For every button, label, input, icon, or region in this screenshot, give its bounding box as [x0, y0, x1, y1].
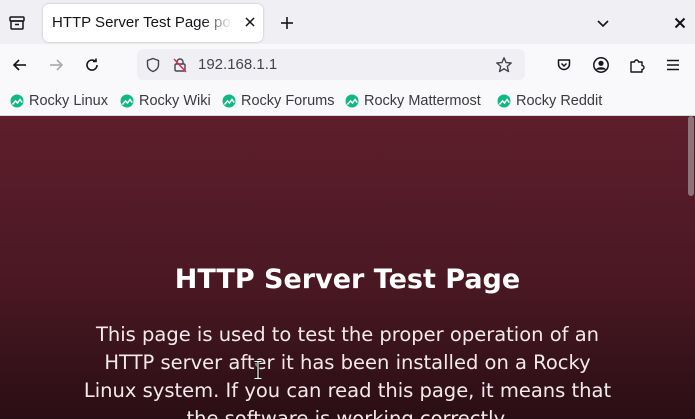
reload-button[interactable] [79, 52, 105, 78]
page-description: This page is used to test the proper ope… [83, 323, 612, 419]
extensions-button[interactable] [624, 52, 650, 78]
bookmark-label: Rocky Reddit [516, 93, 603, 109]
forward-button[interactable] [43, 52, 69, 78]
bookmark-rocky-reddit[interactable]: Rocky Reddit [497, 92, 602, 110]
list-all-tabs-button[interactable] [590, 10, 616, 36]
rocky-logo-icon [222, 94, 236, 108]
text-cursor-icon [253, 360, 263, 380]
address-bar[interactable]: 192.168.1.1 [137, 49, 525, 80]
browser-window: HTTP Server Test Page powered by Rocky L… [0, 0, 695, 419]
plus-icon [281, 17, 293, 29]
chevron-down-icon [597, 20, 609, 28]
bookmark-label: Rocky Mattermost [364, 93, 481, 109]
pocket-button[interactable] [551, 52, 577, 78]
bookmark-rocky-linux[interactable]: Rocky Linux [10, 92, 108, 110]
page-content: HTTP Server Test Page This page is used … [0, 116, 695, 419]
bookmark-rocky-mattermost[interactable]: Rocky Mattermost [345, 92, 481, 110]
reload-icon [86, 58, 98, 71]
new-tab-button[interactable] [274, 10, 300, 36]
navigation-toolbar: 192.168.1.1 [0, 44, 695, 86]
vertical-scrollbar[interactable] [688, 116, 694, 196]
account-button[interactable] [588, 52, 614, 78]
close-icon [245, 17, 255, 27]
bookmark-label: Rocky Wiki [139, 93, 211, 109]
account-icon [593, 57, 609, 73]
hamburger-menu-icon [667, 59, 679, 71]
rocky-logo-icon [120, 94, 134, 108]
app-menu-button[interactable] [660, 52, 686, 78]
bookmark-rocky-forums[interactable]: Rocky Forums [222, 92, 334, 110]
rocky-logo-icon [497, 94, 511, 108]
bookmarks-toolbar: Rocky Linux Rocky Wiki Rocky Forums Rock… [0, 86, 695, 116]
rocky-logo-icon [345, 94, 359, 108]
bookmark-star-icon[interactable] [494, 55, 514, 75]
tab-title: HTTP Server Test Page powered by Rocky L… [52, 14, 232, 31]
pocket-icon [557, 59, 571, 71]
bookmark-label: Rocky Forums [241, 93, 335, 109]
bookmark-label: Rocky Linux [29, 93, 108, 109]
close-icon [674, 17, 686, 29]
arrow-right-icon [50, 59, 64, 71]
tab-strip: HTTP Server Test Page powered by Rocky L… [0, 0, 695, 44]
insecure-lock-icon[interactable] [170, 55, 190, 75]
tab-close-button[interactable] [240, 12, 260, 32]
url-text: 192.168.1.1 [198, 56, 278, 73]
tracking-protection-shield-icon[interactable] [143, 55, 163, 75]
tab-active[interactable]: HTTP Server Test Page powered by Rocky L… [43, 4, 263, 42]
tab-overview-button[interactable] [2, 8, 32, 38]
tabs-tray-icon [8, 14, 26, 32]
bookmark-rocky-wiki[interactable]: Rocky Wiki [120, 92, 211, 110]
arrow-left-icon [12, 59, 26, 71]
window-close-button[interactable] [667, 10, 693, 36]
back-button[interactable] [7, 52, 33, 78]
page-title: HTTP Server Test Page [174, 264, 521, 295]
rocky-logo-icon [10, 94, 24, 108]
puzzle-icon [630, 59, 645, 73]
